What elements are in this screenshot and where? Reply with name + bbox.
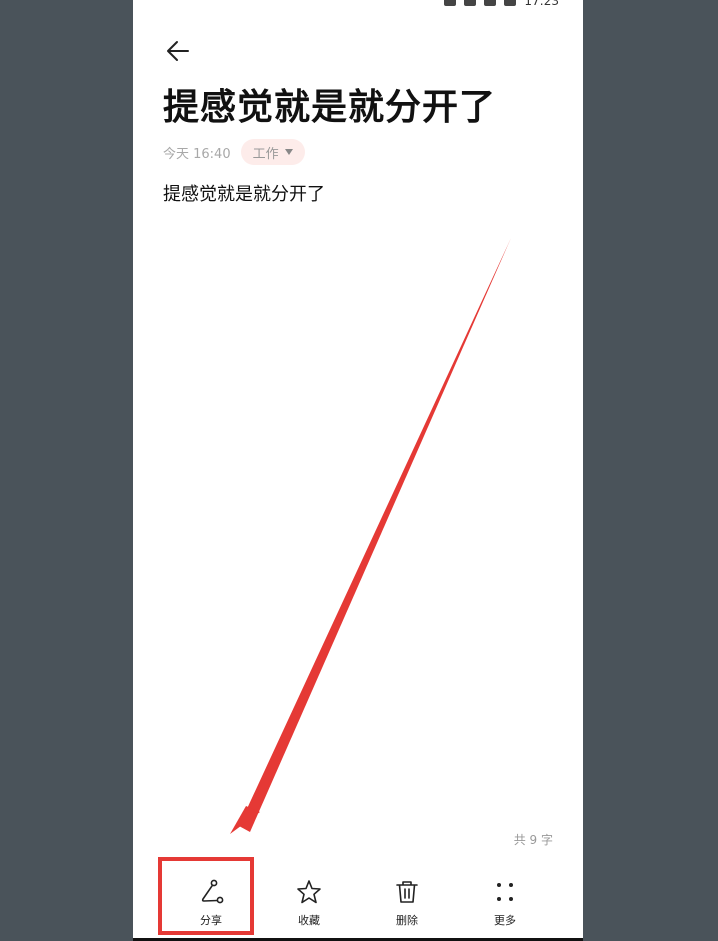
delete-button[interactable]: 删除	[359, 868, 455, 938]
phone-screen: 17:23 提感觉就是就分开了 今天 16:40 工作 提感觉就是就分开了 共 …	[133, 0, 583, 938]
delete-label: 删除	[396, 914, 418, 927]
share-button[interactable]: 分享	[163, 868, 259, 938]
folder-selector[interactable]: 工作	[240, 139, 305, 165]
favorite-button[interactable]: 收藏	[261, 868, 357, 938]
caret-down-icon	[284, 149, 293, 155]
more-button[interactable]: 更多	[457, 868, 553, 938]
trash-icon	[396, 881, 418, 903]
note-body[interactable]: 提感觉就是就分开了	[163, 182, 325, 208]
status-time: 17:23	[524, 0, 559, 8]
favorite-label: 收藏	[298, 914, 320, 927]
more-label: 更多	[494, 914, 516, 927]
share-label: 分享	[200, 914, 222, 927]
wifi-icon	[484, 0, 497, 6]
signal-icon	[464, 0, 477, 6]
more-dots-icon	[497, 883, 513, 901]
note-meta: 今天 16:40 工作	[163, 138, 305, 166]
back-button[interactable]	[163, 36, 193, 66]
share-icon	[201, 879, 224, 904]
word-count: 共 9 字	[513, 833, 553, 847]
star-icon	[297, 880, 321, 904]
note-time: 今天 16:40	[163, 146, 231, 162]
note-title[interactable]: 提感觉就是就分开了	[163, 86, 496, 130]
back-arrow-icon	[167, 41, 189, 61]
battery-icon	[504, 0, 517, 6]
status-bar: 17:23	[133, 0, 583, 8]
sim-icon	[444, 0, 457, 6]
bottom-toolbar: 分享 收藏 删除 更多	[163, 868, 553, 938]
folder-label: 工作	[252, 146, 279, 162]
